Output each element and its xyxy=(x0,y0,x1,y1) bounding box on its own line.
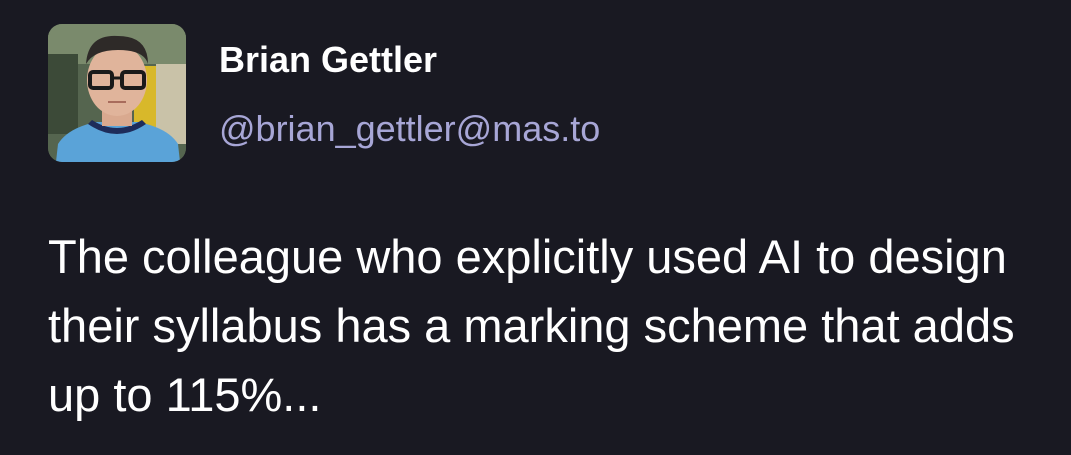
avatar[interactable] xyxy=(48,24,186,162)
profile-photo-icon xyxy=(48,24,186,162)
post-card: Brian Gettler @brian_gettler@mas.to The … xyxy=(0,0,1071,455)
account-handle[interactable]: @brian_gettler@mas.to xyxy=(219,106,600,152)
display-name[interactable]: Brian Gettler xyxy=(219,37,437,83)
post-text: The colleague who explicitly used AI to … xyxy=(48,230,1015,421)
